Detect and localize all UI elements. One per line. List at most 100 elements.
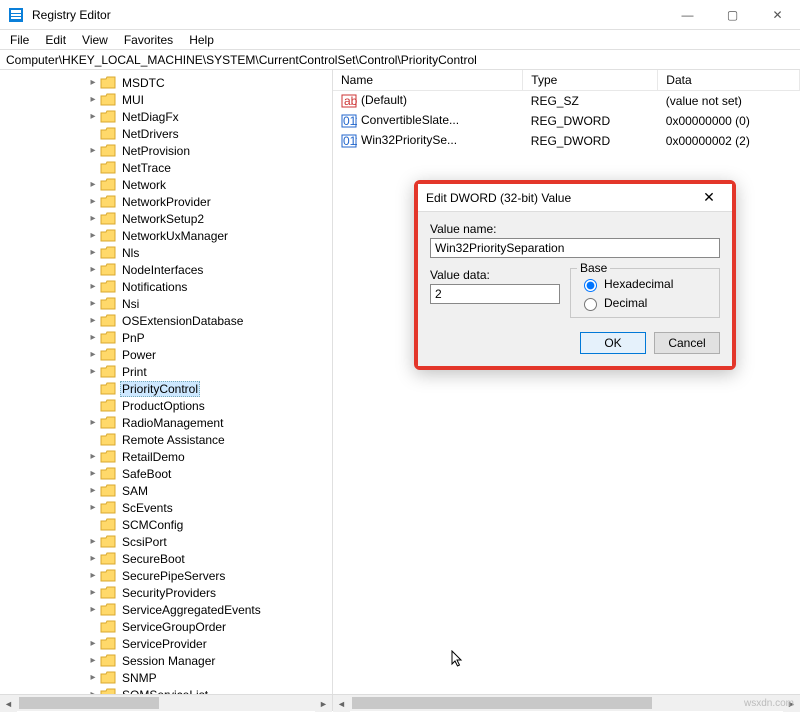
expander-icon[interactable]: ▸ bbox=[86, 689, 100, 694]
radio-decimal[interactable]: Decimal bbox=[579, 295, 711, 311]
tree-node[interactable]: ▸Print bbox=[0, 363, 332, 380]
scroll-left-icon[interactable]: ◄ bbox=[333, 695, 350, 712]
expander-icon[interactable]: ▸ bbox=[86, 638, 100, 649]
expander-icon[interactable]: ▸ bbox=[86, 485, 100, 496]
tree-node[interactable]: ▸OSExtensionDatabase bbox=[0, 312, 332, 329]
radio-hex-input[interactable] bbox=[584, 279, 597, 292]
minimize-button[interactable]: — bbox=[665, 0, 710, 30]
menu-favorites[interactable]: Favorites bbox=[118, 32, 179, 48]
value-data-field[interactable] bbox=[430, 284, 560, 304]
expander-icon[interactable]: ▸ bbox=[86, 281, 100, 292]
expander-icon[interactable]: ▸ bbox=[86, 655, 100, 666]
table-row[interactable]: 011Win32PrioritySe...REG_DWORD0x00000002… bbox=[333, 131, 800, 151]
expander-icon[interactable]: ▸ bbox=[86, 94, 100, 105]
tree-node[interactable]: ProductOptions bbox=[0, 397, 332, 414]
tree-node[interactable]: ▸Network bbox=[0, 176, 332, 193]
expander-icon[interactable]: ▸ bbox=[86, 315, 100, 326]
tree-node[interactable]: ▸PnP bbox=[0, 329, 332, 346]
expander-icon[interactable]: ▸ bbox=[86, 298, 100, 309]
expander-icon[interactable]: ▸ bbox=[86, 179, 100, 190]
tree-node[interactable]: PriorityControl bbox=[0, 380, 332, 397]
ok-button[interactable]: OK bbox=[580, 332, 646, 354]
tree-hscroll[interactable]: ◄ ► bbox=[0, 695, 333, 711]
menu-file[interactable]: File bbox=[4, 32, 35, 48]
expander-icon[interactable]: ▸ bbox=[86, 417, 100, 428]
tree-node[interactable]: ▸NodeInterfaces bbox=[0, 261, 332, 278]
expander-icon[interactable]: ▸ bbox=[86, 587, 100, 598]
tree-node[interactable]: ▸SQMServiceList bbox=[0, 686, 332, 694]
address-input[interactable] bbox=[4, 52, 796, 68]
menu-edit[interactable]: Edit bbox=[39, 32, 72, 48]
menu-view[interactable]: View bbox=[76, 32, 114, 48]
expander-icon[interactable]: ▸ bbox=[86, 77, 100, 88]
menu-help[interactable]: Help bbox=[183, 32, 220, 48]
col-type[interactable]: Type bbox=[523, 70, 658, 91]
close-button[interactable]: ✕ bbox=[755, 0, 800, 30]
values-pane[interactable]: Name Type Data ab(Default)REG_SZ(value n… bbox=[333, 70, 800, 694]
expander-icon[interactable]: ▸ bbox=[86, 502, 100, 513]
value-name-field[interactable] bbox=[430, 238, 720, 258]
expander-icon[interactable]: ▸ bbox=[86, 264, 100, 275]
expander-icon[interactable]: ▸ bbox=[86, 366, 100, 377]
expander-icon[interactable]: ▸ bbox=[86, 247, 100, 258]
tree-node[interactable]: ▸RadioManagement bbox=[0, 414, 332, 431]
tree-node[interactable]: ▸MSDTC bbox=[0, 74, 332, 91]
tree-node[interactable]: ▸SecureBoot bbox=[0, 550, 332, 567]
expander-icon[interactable]: ▸ bbox=[86, 451, 100, 462]
maximize-button[interactable]: ▢ bbox=[710, 0, 755, 30]
tree-node[interactable]: NetTrace bbox=[0, 159, 332, 176]
expander-icon[interactable]: ▸ bbox=[86, 332, 100, 343]
dialog-close-button[interactable]: ✕ bbox=[694, 189, 724, 206]
expander-icon[interactable]: ▸ bbox=[86, 196, 100, 207]
cancel-button[interactable]: Cancel bbox=[654, 332, 720, 354]
list-hscroll[interactable]: ◄ ► bbox=[333, 695, 800, 711]
expander-icon[interactable]: ▸ bbox=[86, 213, 100, 224]
col-name[interactable]: Name bbox=[333, 70, 523, 91]
expander-icon[interactable]: ▸ bbox=[86, 604, 100, 615]
tree-node[interactable]: ▸NetworkSetup2 bbox=[0, 210, 332, 227]
tree-node[interactable]: ▸RetailDemo bbox=[0, 448, 332, 465]
tree-node[interactable]: ▸Session Manager bbox=[0, 652, 332, 669]
tree-node[interactable]: ▸Nls bbox=[0, 244, 332, 261]
tree-node[interactable]: ▸NetworkUxManager bbox=[0, 227, 332, 244]
expander-icon[interactable]: ▸ bbox=[86, 553, 100, 564]
tree-node[interactable]: ▸ServiceAggregatedEvents bbox=[0, 601, 332, 618]
tree-node[interactable]: ▸NetDiagFx bbox=[0, 108, 332, 125]
tree-node[interactable]: SCMConfig bbox=[0, 516, 332, 533]
expander-icon[interactable]: ▸ bbox=[86, 536, 100, 547]
tree-node[interactable]: ▸SecurityProviders bbox=[0, 584, 332, 601]
tree-node[interactable]: ▸SNMP bbox=[0, 669, 332, 686]
expander-icon[interactable]: ▸ bbox=[86, 468, 100, 479]
scrollbar-thumb[interactable] bbox=[352, 697, 652, 709]
tree-node[interactable]: ▸Notifications bbox=[0, 278, 332, 295]
tree-node[interactable]: ▸SafeBoot bbox=[0, 465, 332, 482]
dialog-titlebar[interactable]: Edit DWORD (32-bit) Value ✕ bbox=[418, 184, 732, 212]
expander-icon[interactable]: ▸ bbox=[86, 672, 100, 683]
tree-node[interactable]: Remote Assistance bbox=[0, 431, 332, 448]
scroll-right-icon[interactable]: ► bbox=[315, 695, 332, 712]
tree-node[interactable]: ▸Power bbox=[0, 346, 332, 363]
tree-node[interactable]: ▸MUI bbox=[0, 91, 332, 108]
tree-node[interactable]: ▸SecurePipeServers bbox=[0, 567, 332, 584]
tree-node[interactable]: ▸ScsiPort bbox=[0, 533, 332, 550]
table-row[interactable]: ab(Default)REG_SZ(value not set) bbox=[333, 91, 800, 112]
scroll-left-icon[interactable]: ◄ bbox=[0, 695, 17, 712]
tree-node[interactable]: ▸ServiceProvider bbox=[0, 635, 332, 652]
radio-dec-input[interactable] bbox=[584, 298, 597, 311]
expander-icon[interactable]: ▸ bbox=[86, 145, 100, 156]
expander-icon[interactable]: ▸ bbox=[86, 111, 100, 122]
tree-node[interactable]: ▸NetworkProvider bbox=[0, 193, 332, 210]
table-row[interactable]: 011ConvertibleSlate...REG_DWORD0x0000000… bbox=[333, 111, 800, 131]
tree-pane[interactable]: ▸MSDTC▸MUI▸NetDiagFxNetDrivers▸NetProvis… bbox=[0, 70, 333, 694]
col-data[interactable]: Data bbox=[658, 70, 800, 91]
expander-icon[interactable]: ▸ bbox=[86, 349, 100, 360]
tree-node[interactable]: ▸ScEvents bbox=[0, 499, 332, 516]
tree-node[interactable]: ▸Nsi bbox=[0, 295, 332, 312]
tree-node[interactable]: NetDrivers bbox=[0, 125, 332, 142]
tree-node[interactable]: ▸NetProvision bbox=[0, 142, 332, 159]
expander-icon[interactable]: ▸ bbox=[86, 230, 100, 241]
radio-hexadecimal[interactable]: Hexadecimal bbox=[579, 276, 711, 292]
expander-icon[interactable]: ▸ bbox=[86, 570, 100, 581]
scrollbar-thumb[interactable] bbox=[19, 697, 159, 709]
tree-node[interactable]: ▸SAM bbox=[0, 482, 332, 499]
